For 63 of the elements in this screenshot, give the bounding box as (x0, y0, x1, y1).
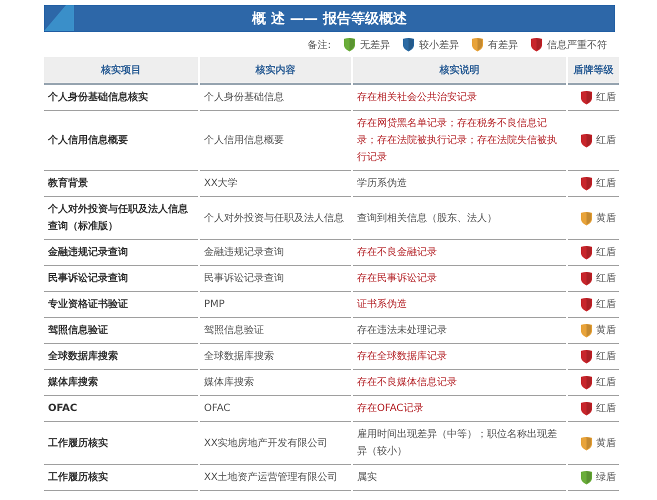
table-cell: 存在全球数据库记录 (353, 344, 566, 370)
table-cell: 存在不良金融记录 (353, 240, 566, 266)
report-title: 概 述 —— 报告等级概述 (252, 10, 407, 28)
table-cell: OFAC (44, 396, 198, 422)
table-cell: XX大学 (200, 171, 351, 197)
table-cell: 媒体库搜索 (200, 370, 351, 396)
table-cell: 存在民事诉讼记录 (353, 266, 566, 292)
table-cell: 存在OFAC记录 (353, 396, 566, 422)
table-cell: 教育背景 (44, 171, 198, 197)
table-cell: 专业资格证书验证 (44, 292, 198, 318)
shield-label: 绿盾 (596, 470, 616, 485)
table-cell: 雇用时间出现差异（中等）；职位名称出现差异（较小） (353, 422, 566, 465)
shield-label: 黄盾 (596, 212, 616, 226)
legend-text: 有差异 (488, 38, 518, 52)
shield-label: 红盾 (596, 134, 616, 148)
table-cell: 全球数据库搜索 (200, 344, 351, 370)
legend-text: 较小差异 (419, 38, 459, 52)
shield-label: 红盾 (596, 402, 616, 416)
table-cell: 民事诉讼记录查询 (44, 266, 198, 292)
table-cell: XX实地房地产开发有限公司 (200, 422, 351, 465)
column-header: 盾牌等级 (568, 57, 619, 85)
table-cell: 存在不良媒体信息记录 (353, 370, 566, 396)
table-cell: 个人身份基础信息 (200, 85, 351, 111)
shield-label: 黄盾 (596, 436, 616, 450)
table-cell: 存在违法未处理记录 (353, 318, 566, 344)
table-cell: 金融违规记录查询 (44, 240, 198, 266)
table-cell: 存在相关社会公共治安记录 (353, 85, 566, 111)
legend-text: 信息严重不符 (547, 38, 607, 52)
table-cell: 驾照信息验证 (200, 318, 351, 344)
shield-label: 红盾 (596, 90, 616, 105)
table-cell: 民事诉讼记录查询 (200, 266, 351, 292)
column-header: 核实说明 (353, 57, 566, 85)
column-header: 核实项目 (44, 57, 198, 85)
table-cell: 媒体库搜索 (44, 370, 198, 396)
table-cell: 学历系伪造 (353, 171, 566, 197)
corner-accent (44, 5, 74, 31)
table-cell: OFAC (200, 396, 351, 422)
table-cell: 全球数据库搜索 (44, 344, 198, 370)
table-cell: PMP (200, 292, 351, 318)
table-cell: 工作履历核实 (44, 422, 198, 465)
shield-label: 红盾 (596, 176, 616, 191)
legend-label: 备注: (308, 38, 331, 52)
table-cell: 个人信用信息概要 (44, 111, 198, 171)
table-cell: 驾照信息验证 (44, 318, 198, 344)
column-header: 核实内容 (200, 57, 351, 85)
shield-label: 红盾 (596, 376, 616, 390)
table-cell: XX土地资产运营管理有限公司 (200, 465, 351, 491)
shield-label: 红盾 (596, 246, 616, 260)
table-cell: 属实 (353, 465, 566, 491)
shield-label: 红盾 (596, 350, 616, 364)
table-cell: 个人对外投资与任职及法人信息 (200, 197, 351, 240)
shield-label: 红盾 (596, 298, 616, 312)
table-cell: 个人身份基础信息核实 (44, 85, 198, 111)
table-cell: 个人对外投资与任职及法人信息查询（标准版） (44, 197, 198, 240)
table-cell: 查询到相关信息（股东、法人） (353, 197, 566, 240)
table-cell: 个人信用信息概要 (200, 111, 351, 171)
table-cell: 证书系伪造 (353, 292, 566, 318)
legend-text: 无差异 (360, 38, 390, 52)
table-cell: 金融违规记录查询 (200, 240, 351, 266)
table-cell: 工作履历核实 (44, 465, 198, 491)
table-cell: 存在网贷黑名单记录；存在税务不良信息记录；存在法院被执行记录；存在法院失信被执行记录 (353, 111, 566, 171)
shield-label: 红盾 (596, 272, 616, 286)
shield-label: 黄盾 (596, 324, 616, 338)
